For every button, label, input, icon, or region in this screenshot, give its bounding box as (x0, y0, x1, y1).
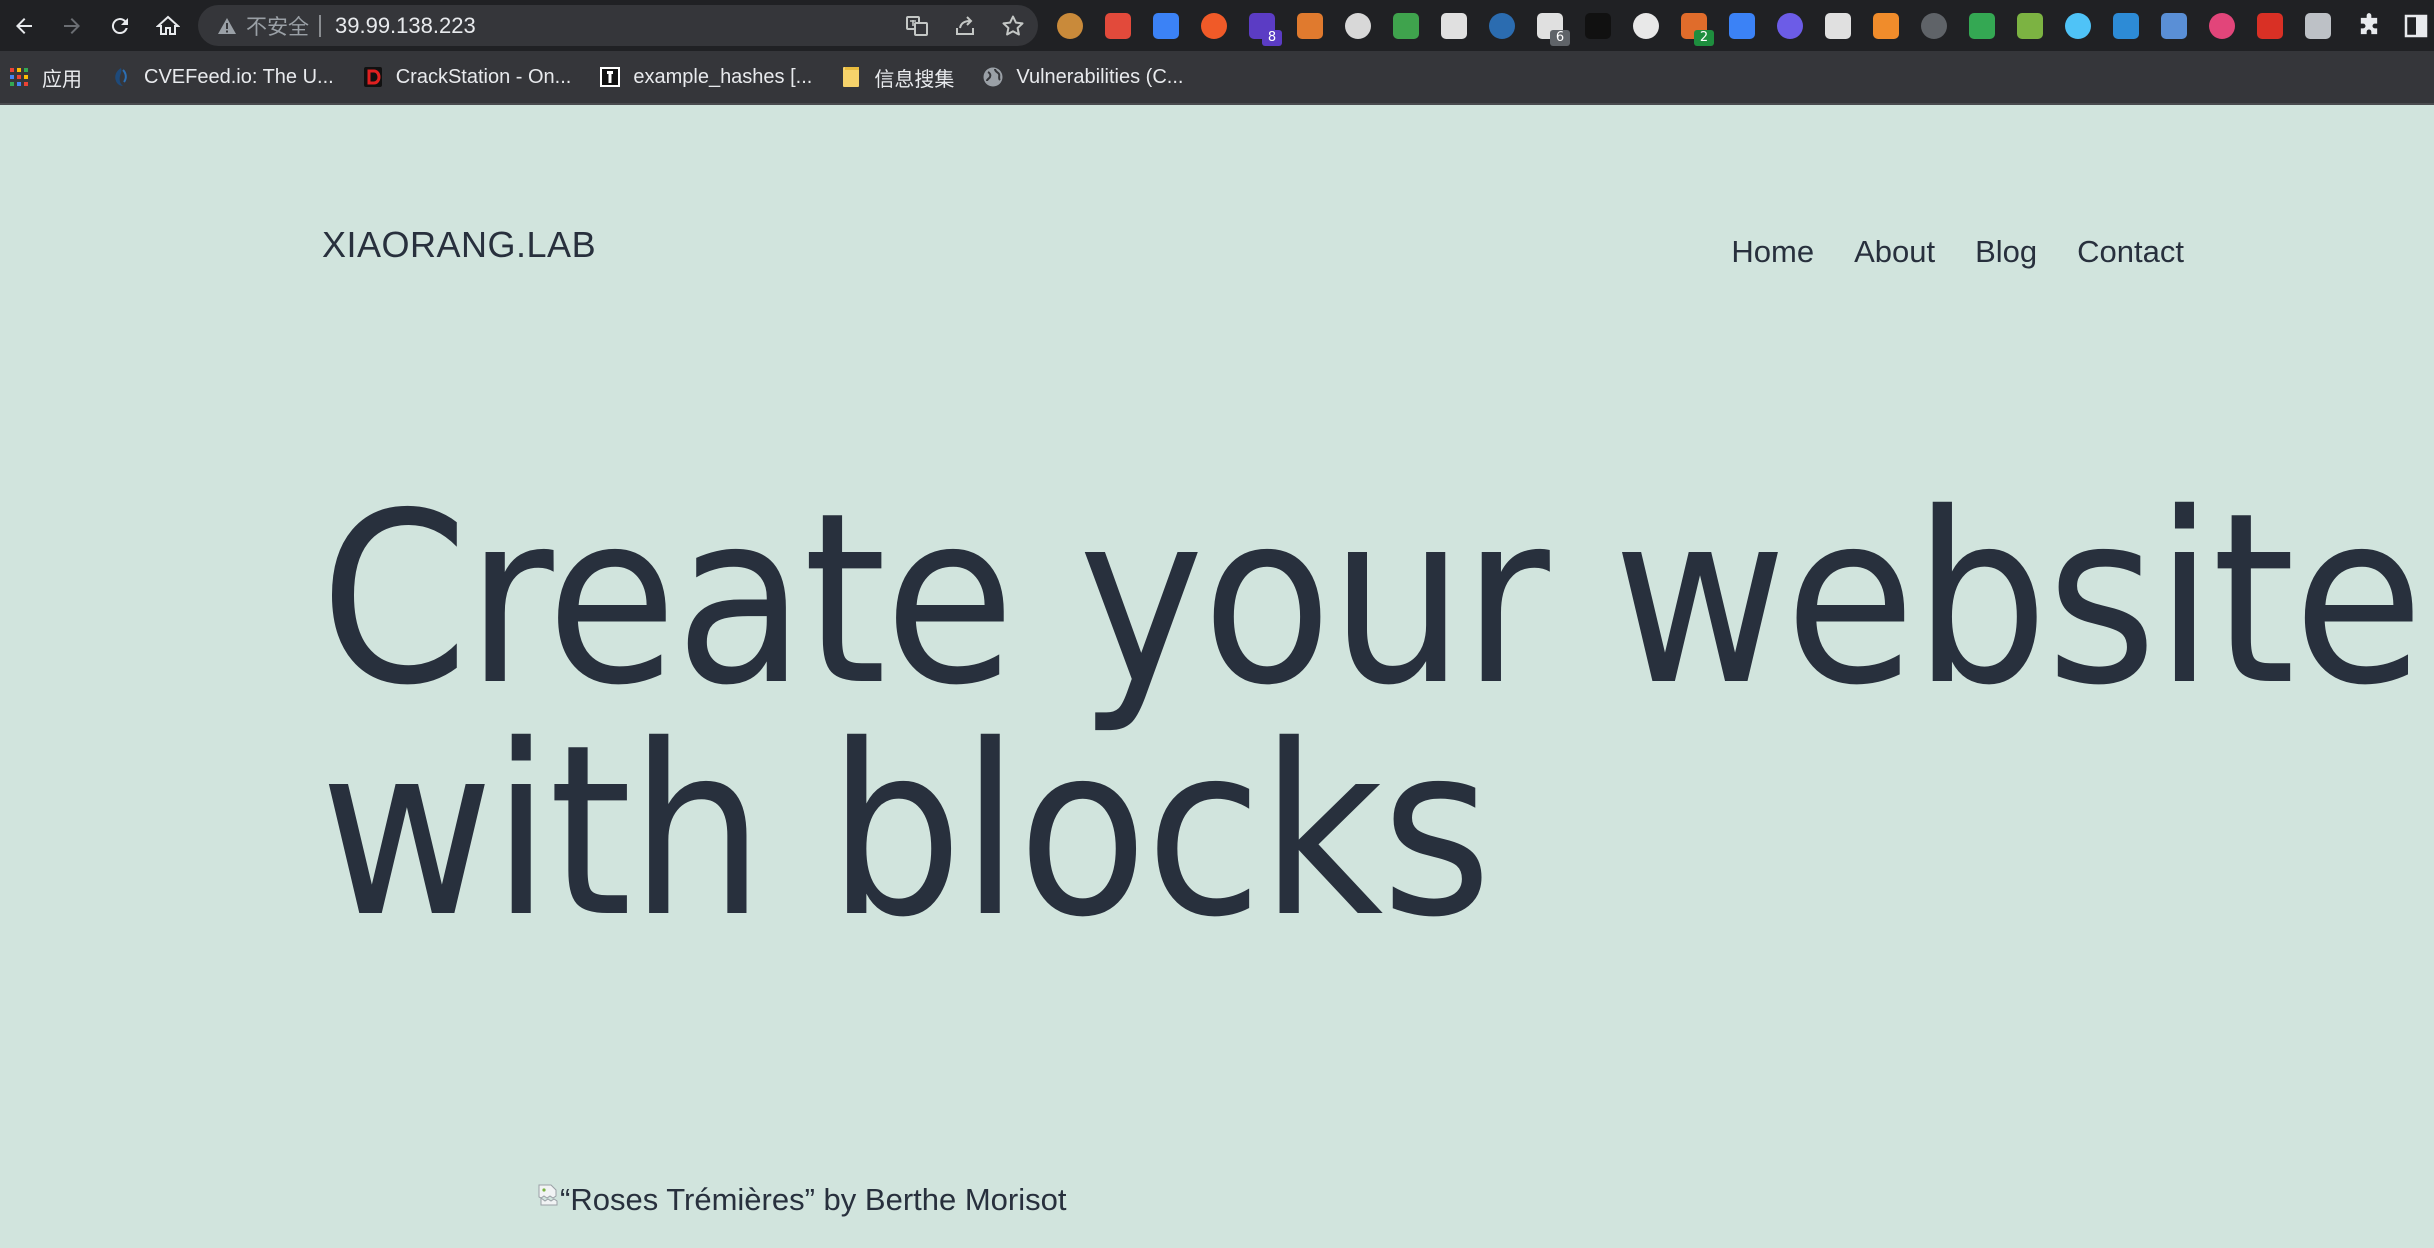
security-status-label[interactable]: 不安全 (246, 11, 309, 41)
bookmark-label: 应用 (42, 68, 82, 91)
reload-icon (111, 17, 128, 34)
helmet-extension-icon[interactable] (1633, 12, 1659, 39)
hero-heading-line: Create your website (320, 462, 2424, 737)
firefox-like-extension-icon[interactable] (1297, 12, 1323, 39)
bookmark-example-hashes[interactable]: example_hashes [... (585, 50, 826, 104)
bookmark-star-icon[interactable] (1000, 13, 1026, 39)
ring-extension-icon[interactable] (2305, 12, 2331, 39)
back-button[interactable] (0, 0, 48, 51)
address-bar[interactable]: 不安全 39.99.138.223 (198, 5, 1038, 46)
cluster-extension-icon[interactable] (1345, 12, 1371, 39)
hashcat-favicon-icon (599, 66, 621, 88)
bookmark-cvefeed[interactable]: CVEFeed.io: The U... (96, 50, 348, 104)
forward-arrow-icon (64, 17, 80, 34)
home-button[interactable] (144, 0, 192, 51)
bookmark-label: Vulnerabilities (C... (1016, 65, 1184, 88)
featured-image: “Roses Trémières” by Berthe Morisot (538, 1182, 1066, 1218)
hero-heading-line: with blocks (320, 694, 1492, 969)
translate-extension-icon[interactable] (1201, 12, 1227, 39)
glasses-extension-icon[interactable] (1825, 12, 1851, 39)
extension-badge: 8 (1262, 29, 1282, 46)
address-separator (319, 14, 321, 37)
image-alt-text: “Roses Trémières” by Berthe Morisot (560, 1182, 1067, 1217)
crackstation-favicon-icon (362, 66, 384, 88)
wave-extension-icon[interactable] (1489, 12, 1515, 39)
share-icon[interactable] (952, 13, 978, 39)
nav-blog-link[interactable]: Blog (1975, 234, 2037, 270)
fork-extension-icon[interactable]: 2 (1681, 12, 1714, 46)
bookmark-label: CVEFeed.io: The U... (144, 65, 334, 88)
url-text[interactable]: 39.99.138.223 (335, 13, 476, 39)
warning-triangle-icon[interactable] (216, 15, 238, 37)
nav-home-link[interactable]: Home (1731, 234, 1814, 270)
star-box-extension-icon[interactable] (2161, 12, 2187, 39)
apps-grid-icon (8, 66, 30, 88)
copy-extension-icon[interactable] (1921, 12, 1947, 39)
address-bar-actions (904, 5, 1026, 46)
bookmarks-bar: 应用 CVEFeed.io: The U... CrackStation - O… (0, 51, 2434, 105)
bookmark-label: example_hashes [... (633, 65, 813, 88)
s-circle-extension-icon[interactable] (2257, 12, 2283, 39)
cvefeed-favicon-icon (110, 66, 132, 88)
side-panel-icon (2404, 14, 2428, 38)
home-icon (156, 15, 180, 35)
bars-extension-icon[interactable] (1729, 12, 1755, 39)
bookmark-label: CrackStation - On... (395, 65, 572, 88)
grid-extension-icon[interactable] (2017, 12, 2043, 39)
bookmark-vulnerabilities[interactable]: Vulnerabilities (C... (968, 50, 1197, 104)
globe-extension-icon[interactable] (1393, 12, 1419, 39)
bookmark-label: 信息搜集 (874, 68, 955, 91)
bookmark-apps[interactable]: 应用 (0, 50, 96, 104)
qr-extension-icon[interactable]: 6 (1537, 12, 1570, 46)
hero-heading: Create your website with blocks (320, 462, 2424, 969)
gear-extension-icon[interactable] (1969, 12, 1995, 39)
cookie-extension-icon[interactable] (1057, 12, 1083, 39)
extension-badge: 6 (1550, 29, 1570, 46)
broken-image-icon (538, 1184, 558, 1206)
forward-button[interactable] (48, 0, 96, 51)
mask-extension-icon[interactable] (1153, 12, 1179, 39)
reload-button[interactable] (96, 0, 144, 51)
moon-extension-icon[interactable] (1777, 12, 1803, 39)
extensions-menu-button[interactable] (2355, 12, 2383, 45)
hat-extension-icon[interactable] (1585, 12, 1611, 39)
bookmark-crackstation[interactable]: CrackStation - On... (348, 50, 586, 104)
nav-about-link[interactable]: About (1854, 234, 1935, 270)
screen-extension-icon[interactable] (2113, 12, 2139, 39)
extensions-bar: 8 6 2 (1057, 0, 2353, 51)
arrow-extension-icon[interactable] (1873, 12, 1899, 39)
back-arrow-icon (16, 17, 32, 34)
extension-badge: 2 (1694, 29, 1714, 46)
diamond-extension-icon[interactable] (2065, 12, 2091, 39)
translate-icon[interactable] (904, 13, 930, 39)
ip-extension-icon[interactable] (1441, 12, 1467, 39)
dice-extension-icon[interactable] (1105, 12, 1131, 39)
site-title[interactable]: XIAORANG.LAB (322, 224, 596, 266)
primary-navigation: Home About Blog Contact (1731, 234, 2184, 270)
globe-favicon-icon (982, 66, 1004, 88)
cube-extension-icon[interactable]: 8 (1249, 12, 1282, 46)
bookmark-folder-info[interactable]: 信息搜集 (826, 50, 968, 104)
browser-toolbar: 不安全 39.99.138.223 8 6 2 (0, 0, 2434, 51)
folder-icon (840, 66, 862, 88)
puzzle-icon (2360, 13, 2378, 35)
side-panel-button[interactable] (2404, 13, 2428, 44)
text-extension-icon[interactable] (2209, 12, 2235, 39)
nav-contact-link[interactable]: Contact (2077, 234, 2184, 270)
